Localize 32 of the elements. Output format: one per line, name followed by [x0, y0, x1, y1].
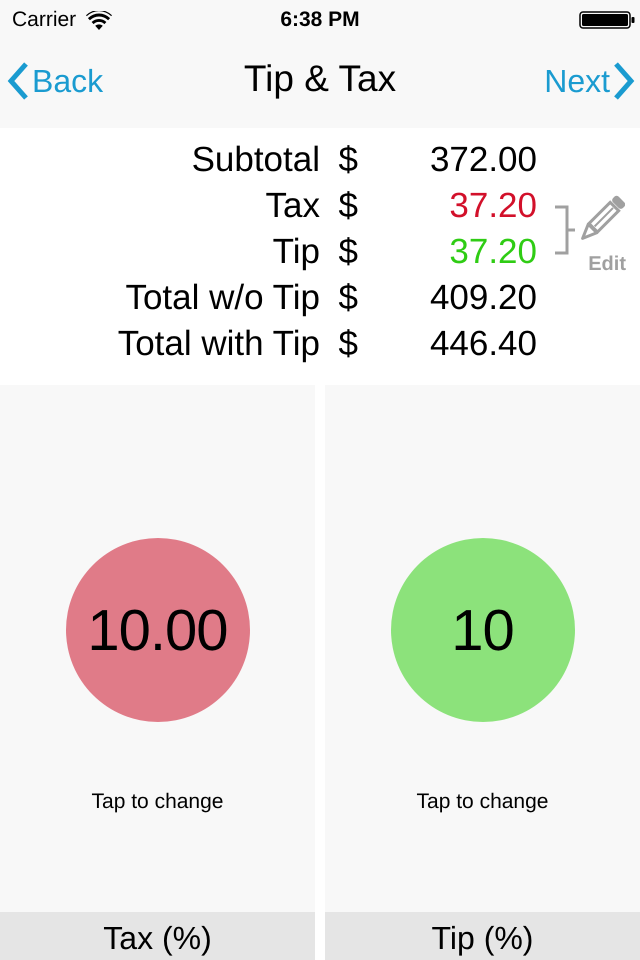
status-time: 6:38 PM	[280, 8, 360, 32]
screen-title: Tip & Tax	[244, 58, 396, 100]
summary-amount: 37.20	[449, 186, 537, 226]
summary-amount: 37.20	[449, 232, 537, 272]
panel-title-bar: Tip (%)	[325, 912, 640, 960]
currency-sign: $	[338, 232, 359, 272]
summary-label: Tip	[272, 232, 320, 272]
currency-sign: $	[338, 278, 359, 318]
wifi-icon	[86, 10, 112, 30]
summary-label: Total w/o Tip	[125, 278, 320, 318]
summary-amount: 409.20	[430, 278, 537, 318]
rate-circle-button[interactable]: 10.00	[66, 538, 250, 722]
summary-amount: 446.40	[430, 324, 537, 364]
summary-label: Subtotal	[192, 140, 320, 180]
currency-sign: $	[338, 324, 359, 364]
summary-label: Tax	[266, 186, 320, 226]
rate-circle-button[interactable]: 10	[390, 538, 574, 722]
edit-button[interactable]: Edit	[577, 195, 625, 276]
chevron-right-icon	[612, 61, 636, 101]
tap-hint: Tap to change	[92, 790, 224, 814]
next-button[interactable]: Next	[544, 61, 636, 101]
bracket-icon	[555, 205, 575, 255]
chevron-left-icon	[6, 61, 30, 101]
summary-amount: 372.00	[430, 140, 537, 180]
summary-label: Total with Tip	[118, 324, 320, 364]
carrier-name: Carrier	[12, 8, 76, 32]
panel-title-bar: Tax (%)	[0, 912, 315, 960]
currency-sign: $	[338, 140, 359, 180]
currency-sign: $	[338, 186, 359, 226]
battery-icon	[579, 11, 635, 29]
back-button[interactable]: Back	[6, 61, 104, 101]
tap-hint: Tap to change	[416, 790, 548, 814]
